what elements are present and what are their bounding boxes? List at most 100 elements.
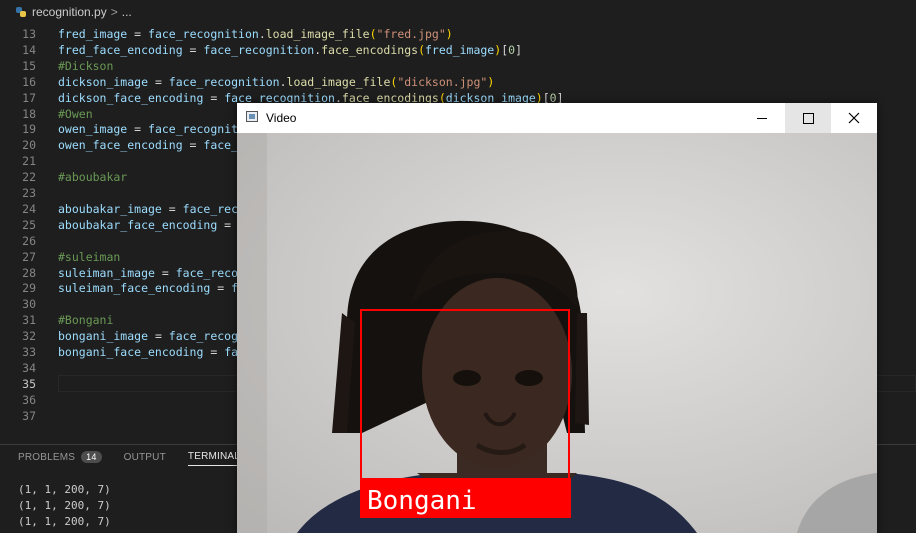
terminal-output-line: (1, 1, 200, 7) <box>18 515 111 528</box>
line-number: 13 <box>22 27 36 41</box>
tab-problems-label: PROBLEMS <box>18 451 76 463</box>
camera-image: Bongani <box>237 133 877 533</box>
code-text: #Bongani <box>58 312 113 328</box>
python-file-icon <box>16 7 26 17</box>
code-token: fred_image <box>425 42 495 57</box>
code-token: #Dickson <box>58 58 114 73</box>
terminal-output-line: (1, 1, 200, 7) <box>18 499 111 512</box>
window-app-icon <box>246 111 258 122</box>
tab-problems[interactable]: PROBLEMS 14 <box>18 451 102 466</box>
code-text: fred_image = face_recognition.load_image… <box>58 26 453 42</box>
code-token: = <box>148 329 169 344</box>
code-text: #Dickson <box>58 58 113 74</box>
code-token: ) <box>445 27 453 41</box>
code-token: aboubakar_face_encoding <box>58 217 218 232</box>
line-number: 20 <box>22 138 36 153</box>
line-number: 21 <box>22 154 36 169</box>
code-token: dickson_face_encoding <box>58 90 204 105</box>
code-token: = <box>127 122 149 137</box>
code-token: . <box>279 74 287 89</box>
maximize-button[interactable] <box>785 103 831 133</box>
code-line[interactable]: 14 fred_face_encoding = face_recognition.… <box>0 42 916 58</box>
line-number: 25 <box>22 217 36 232</box>
code-token: . <box>258 27 266 41</box>
code-line[interactable]: 16 dickson_image = face_recognition.load_… <box>0 74 916 90</box>
code-token: ) <box>487 74 495 89</box>
tab-output-label: OUTPUT <box>123 451 166 463</box>
code-token: face_recognition <box>148 27 259 41</box>
code-token: = <box>154 265 176 280</box>
code-text: bongani_face_encoding = face <box>58 344 252 360</box>
line-number: 17 <box>22 90 36 105</box>
close-button[interactable] <box>831 103 877 133</box>
code-token: face_recognition <box>168 74 280 89</box>
code-text: #Owen <box>58 106 93 122</box>
code-token: = <box>203 90 225 105</box>
line-number: 31 <box>22 313 36 328</box>
code-token: = <box>210 281 232 296</box>
code-text: bongani_image = face_recogni <box>58 328 252 344</box>
code-text: aboubakar_face_encoding = fa <box>58 217 252 233</box>
line-number: 28 <box>22 265 36 280</box>
code-text: dickson_image = face_recognition.load_im… <box>58 74 494 90</box>
face-label-text: Bongani <box>367 486 477 516</box>
video-window[interactable]: Video Bongani <box>237 103 877 533</box>
code-token: load_image_file <box>265 27 370 41</box>
code-token: bongani_image <box>58 329 149 344</box>
code-text: suleiman_image = face_recogn <box>58 265 252 281</box>
code-line[interactable]: 13 fred_image = face_recognition.load_ima… <box>0 26 916 42</box>
line-number: 30 <box>22 297 36 312</box>
line-number: 14 <box>22 42 36 57</box>
code-token: = <box>203 345 225 359</box>
code-token: = <box>182 42 204 57</box>
line-number: 24 <box>22 201 36 216</box>
code-token: #suleiman <box>58 249 121 264</box>
code-token: suleiman_image <box>58 265 155 280</box>
tab-output[interactable]: OUTPUT <box>124 451 166 466</box>
code-token: = <box>148 74 169 89</box>
close-icon <box>848 112 860 124</box>
code-token: = <box>127 27 149 41</box>
problems-count-badge: 14 <box>81 451 102 463</box>
window-title: Video <box>266 111 297 125</box>
line-number: 19 <box>22 122 36 137</box>
line-number: 16 <box>22 74 36 89</box>
breadcrumb-more[interactable]: ... <box>122 5 132 19</box>
code-token: #Bongani <box>58 313 114 328</box>
code-line[interactable]: 15 #Dickson <box>0 58 916 74</box>
code-token: dickson_image <box>58 74 149 89</box>
window-titlebar[interactable]: Video <box>237 103 877 133</box>
line-number: 22 <box>22 170 36 185</box>
code-token: face_encodings <box>321 42 419 57</box>
code-token: = <box>182 138 204 153</box>
maximize-icon <box>802 112 814 124</box>
code-text: #aboubakar <box>58 169 127 185</box>
breadcrumb-file[interactable]: recognition.py <box>32 5 107 19</box>
code-token: #Owen <box>58 106 93 121</box>
code-token: #aboubakar <box>58 170 128 185</box>
code-text: #suleiman <box>58 249 120 265</box>
code-token: suleiman_face_encoding <box>58 281 211 296</box>
code-token: = <box>217 217 239 232</box>
tab-terminal-label: TERMINAL <box>187 451 241 462</box>
code-token: fred_image <box>58 27 128 41</box>
code-text: fred_face_encoding = face_recognition.fa… <box>58 42 522 58</box>
line-number: 15 <box>22 58 36 73</box>
minimize-icon <box>757 117 767 119</box>
line-number: 32 <box>22 329 36 344</box>
code-text: aboubakar_image = face_recog <box>58 201 252 217</box>
line-number: 18 <box>22 106 36 121</box>
line-number: 35 <box>22 376 36 391</box>
minimize-button[interactable] <box>739 103 785 133</box>
tab-terminal[interactable]: TERMINAL <box>187 451 241 466</box>
code-token: = <box>161 201 183 216</box>
line-number: 34 <box>22 360 36 375</box>
code-token: ( <box>418 42 425 57</box>
line-number: 36 <box>22 392 36 407</box>
code-token: load_image_file <box>286 74 391 89</box>
code-token: owen_image <box>58 122 128 137</box>
code-token: ] <box>515 42 522 57</box>
code-token: bongani_face_encoding <box>58 345 204 359</box>
line-number: 27 <box>22 249 36 264</box>
code-token: aboubakar_image <box>58 201 162 216</box>
